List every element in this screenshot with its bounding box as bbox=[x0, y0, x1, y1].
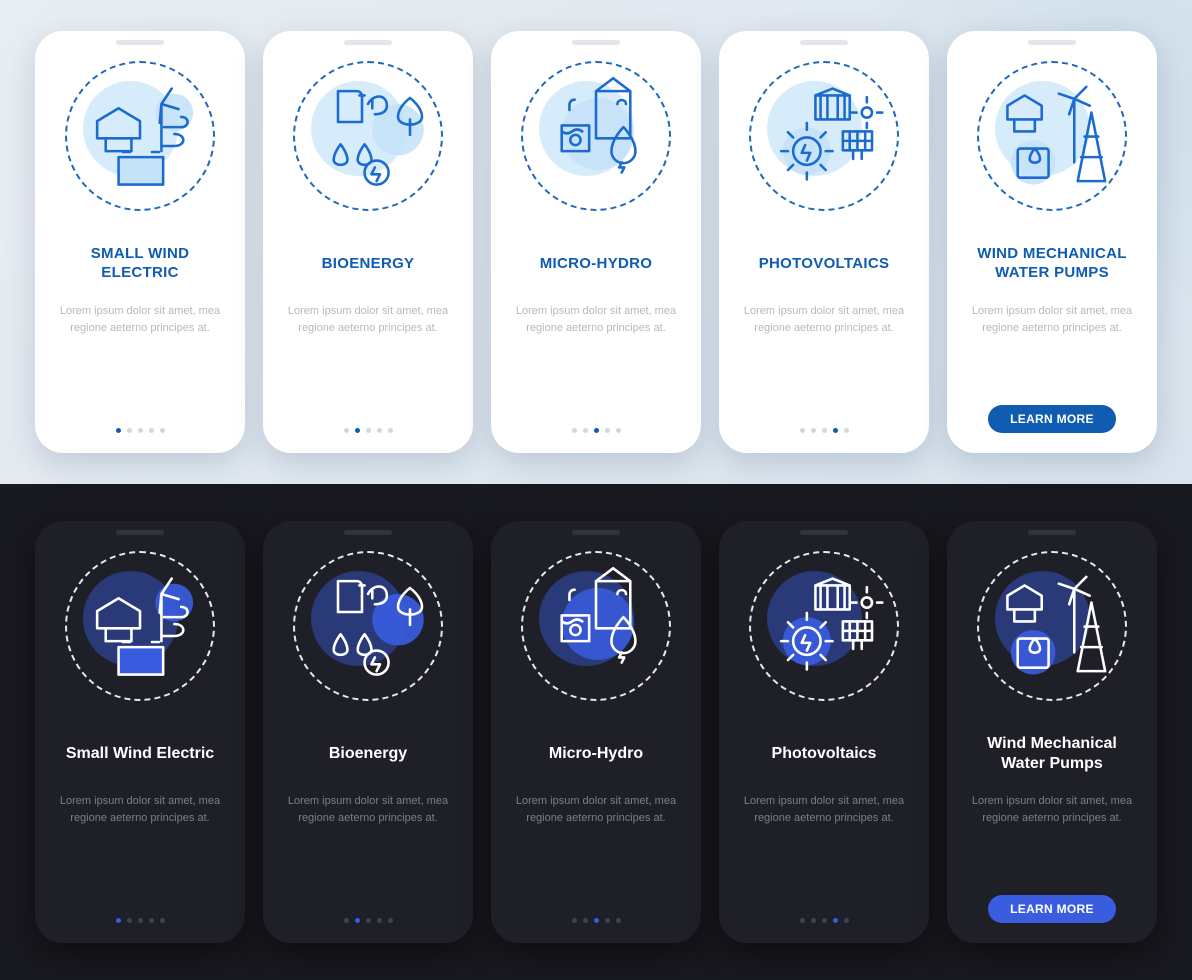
pagination-dot[interactable] bbox=[344, 428, 349, 433]
pagination-dots bbox=[116, 428, 165, 433]
pagination-dot[interactable] bbox=[605, 918, 610, 923]
pagination-dot[interactable] bbox=[616, 428, 621, 433]
pagination-dot[interactable] bbox=[127, 918, 132, 923]
card-title: PHOTOVOLTAICS bbox=[753, 243, 896, 285]
pagination-dot[interactable] bbox=[616, 918, 621, 923]
pagination-dot[interactable] bbox=[572, 428, 577, 433]
pagination-dot[interactable] bbox=[366, 428, 371, 433]
onboarding-card: WIND MECHANICAL WATER PUMPS Lorem ipsum d… bbox=[947, 31, 1157, 453]
micro-hydro-icon bbox=[521, 551, 671, 701]
card-description: Lorem ipsum dolor sit amet, mea regione … bbox=[505, 793, 687, 826]
card-description: Lorem ipsum dolor sit amet, mea regione … bbox=[49, 793, 231, 826]
micro-hydro-icon bbox=[521, 61, 671, 211]
pagination-dots bbox=[572, 918, 621, 923]
pagination-dot[interactable] bbox=[116, 918, 121, 923]
pagination-dot[interactable] bbox=[583, 428, 588, 433]
card-description: Lorem ipsum dolor sit amet, mea regione … bbox=[961, 303, 1143, 336]
onboarding-card: MICRO-HYDRO Lorem ipsum dolor sit amet, m… bbox=[491, 31, 701, 453]
photovoltaics-icon bbox=[749, 61, 899, 211]
onboarding-card: SMALL WIND ELECTRIC Lorem ipsum dolor sit… bbox=[35, 31, 245, 453]
card-title: WIND MECHANICAL WATER PUMPS bbox=[961, 243, 1143, 285]
pagination-dot[interactable] bbox=[344, 918, 349, 923]
onboarding-card: Micro-Hydro Lorem ipsum dolor sit amet, m… bbox=[491, 521, 701, 943]
bioenergy-icon bbox=[293, 551, 443, 701]
card-description: Lorem ipsum dolor sit amet, mea regione … bbox=[961, 793, 1143, 826]
wind-electric-icon bbox=[65, 61, 215, 211]
pagination-dot[interactable] bbox=[822, 918, 827, 923]
pagination-dot[interactable] bbox=[149, 428, 154, 433]
card-title: SMALL WIND ELECTRIC bbox=[49, 243, 231, 285]
pagination-dot[interactable] bbox=[377, 918, 382, 923]
card-description: Lorem ipsum dolor sit amet, mea regione … bbox=[733, 793, 915, 826]
light-theme-row: SMALL WIND ELECTRIC Lorem ipsum dolor sit… bbox=[0, 0, 1192, 484]
card-title: Bioenergy bbox=[323, 733, 413, 775]
pagination-dot[interactable] bbox=[844, 428, 849, 433]
pagination-dot[interactable] bbox=[377, 428, 382, 433]
pagination-dot[interactable] bbox=[800, 918, 805, 923]
pagination-dots bbox=[800, 918, 849, 923]
pagination-dot[interactable] bbox=[605, 428, 610, 433]
pagination-dot[interactable] bbox=[833, 918, 838, 923]
pagination-dots bbox=[344, 918, 393, 923]
onboarding-card: BIOENERGY Lorem ipsum dolor sit amet, mea… bbox=[263, 31, 473, 453]
pagination-dots bbox=[572, 428, 621, 433]
pagination-dot[interactable] bbox=[127, 428, 132, 433]
pagination-dot[interactable] bbox=[366, 918, 371, 923]
pagination-dot[interactable] bbox=[833, 428, 838, 433]
dark-theme-row: Small Wind Electric Lorem ipsum dolor sit… bbox=[0, 484, 1192, 980]
pagination-dot[interactable] bbox=[138, 918, 143, 923]
onboarding-card: Photovoltaics Lorem ipsum dolor sit amet,… bbox=[719, 521, 929, 943]
pagination-dot[interactable] bbox=[388, 428, 393, 433]
pagination-dot[interactable] bbox=[822, 428, 827, 433]
card-description: Lorem ipsum dolor sit amet, mea regione … bbox=[733, 303, 915, 336]
pagination-dot[interactable] bbox=[583, 918, 588, 923]
pagination-dot[interactable] bbox=[149, 918, 154, 923]
pagination-dot[interactable] bbox=[388, 918, 393, 923]
card-description: Lorem ipsum dolor sit amet, mea regione … bbox=[277, 793, 459, 826]
photovoltaics-icon bbox=[749, 551, 899, 701]
card-title: Micro-Hydro bbox=[543, 733, 649, 775]
learn-more-button[interactable]: LEARN MORE bbox=[988, 405, 1116, 433]
pagination-dot[interactable] bbox=[800, 428, 805, 433]
pagination-dot[interactable] bbox=[355, 918, 360, 923]
bioenergy-icon bbox=[293, 61, 443, 211]
pagination-dot[interactable] bbox=[844, 918, 849, 923]
pagination-dot[interactable] bbox=[355, 428, 360, 433]
pagination-dot[interactable] bbox=[572, 918, 577, 923]
onboarding-card: Small Wind Electric Lorem ipsum dolor sit… bbox=[35, 521, 245, 943]
pagination-dots bbox=[116, 918, 165, 923]
pagination-dot[interactable] bbox=[138, 428, 143, 433]
wind-electric-icon bbox=[65, 551, 215, 701]
card-description: Lorem ipsum dolor sit amet, mea regione … bbox=[49, 303, 231, 336]
pagination-dot[interactable] bbox=[594, 918, 599, 923]
pagination-dot[interactable] bbox=[116, 428, 121, 433]
pagination-dot[interactable] bbox=[160, 918, 165, 923]
onboarding-card: Bioenergy Lorem ipsum dolor sit amet, mea… bbox=[263, 521, 473, 943]
card-title: BIOENERGY bbox=[316, 243, 421, 285]
learn-more-button[interactable]: LEARN MORE bbox=[988, 895, 1116, 923]
card-title: MICRO-HYDRO bbox=[534, 243, 658, 285]
pagination-dot[interactable] bbox=[594, 428, 599, 433]
pagination-dots bbox=[344, 428, 393, 433]
wind-pump-icon bbox=[977, 61, 1127, 211]
card-description: Lorem ipsum dolor sit amet, mea regione … bbox=[277, 303, 459, 336]
pagination-dot[interactable] bbox=[811, 918, 816, 923]
card-title: Photovoltaics bbox=[766, 733, 883, 775]
pagination-dots bbox=[800, 428, 849, 433]
card-description: Lorem ipsum dolor sit amet, mea regione … bbox=[505, 303, 687, 336]
pagination-dot[interactable] bbox=[811, 428, 816, 433]
card-title: Small Wind Electric bbox=[60, 733, 220, 775]
onboarding-card: PHOTOVOLTAICS Lorem ipsum dolor sit amet,… bbox=[719, 31, 929, 453]
card-title: Wind Mechanical Water Pumps bbox=[961, 733, 1143, 775]
onboarding-card: Wind Mechanical Water Pumps Lorem ipsum d… bbox=[947, 521, 1157, 943]
pagination-dot[interactable] bbox=[160, 428, 165, 433]
wind-pump-icon bbox=[977, 551, 1127, 701]
